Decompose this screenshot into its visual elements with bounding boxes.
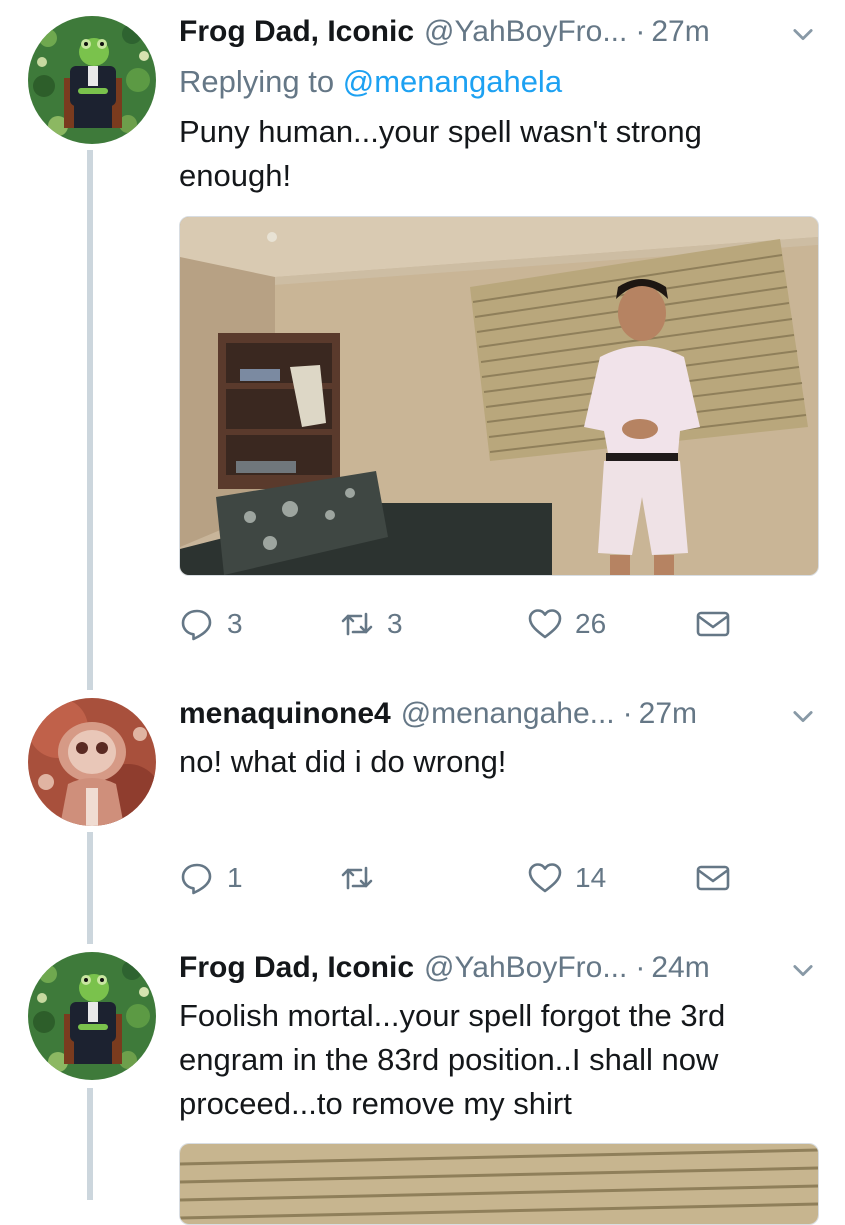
timestamp[interactable]: 27m (651, 15, 709, 49)
avatar[interactable] (28, 698, 156, 826)
chevron-down-icon[interactable] (789, 956, 817, 984)
user-handle[interactable]: @YahBoyFro... (424, 951, 627, 985)
separator-dot: · (622, 697, 633, 730)
display-name[interactable]: menaquinone4 (179, 697, 391, 731)
like-icon (528, 609, 562, 639)
reply-count: 3 (227, 608, 243, 639)
tweet-text: Puny human...your spell wasn't strong en… (179, 114, 702, 193)
like-button[interactable]: 26 (527, 602, 606, 646)
thread-line (87, 832, 93, 944)
user-handle[interactable]: @menangahe... (401, 697, 615, 731)
reply-button[interactable]: 1 (179, 856, 243, 900)
retweet-icon (341, 866, 373, 890)
direct-message-icon (696, 865, 730, 891)
like-button[interactable]: 14 (527, 856, 606, 900)
direct-message-icon (696, 611, 730, 637)
thread-line (87, 1088, 93, 1200)
thread-line (87, 150, 93, 690)
display-name[interactable]: Frog Dad, Iconic (179, 15, 414, 49)
tweet-actions: 3 3 26 (179, 602, 739, 646)
retweet-icon (341, 612, 373, 636)
display-name[interactable]: Frog Dad, Iconic (179, 951, 414, 985)
replying-to-label: Replying to (179, 64, 343, 99)
tweet-photo[interactable] (179, 1143, 819, 1225)
timestamp[interactable]: 24m (651, 951, 709, 985)
user-handle[interactable]: @YahBoyFro... (424, 15, 627, 49)
like-icon (528, 863, 562, 893)
avatar[interactable] (28, 16, 156, 144)
retweet-button[interactable] (339, 856, 387, 900)
tweet-photo[interactable] (179, 216, 819, 576)
tweet-actions: 1 14 (179, 856, 739, 900)
chevron-down-icon[interactable] (789, 20, 817, 48)
tweet-text: Foolish mortal...your spell forgot the 3… (179, 998, 726, 1121)
chevron-down-icon[interactable] (789, 702, 817, 730)
timestamp[interactable]: 27m (639, 697, 697, 731)
direct-message-button[interactable] (695, 602, 731, 646)
avatar[interactable] (28, 952, 156, 1080)
tweet-header: Frog Dad, Iconic @YahBoyFro... · 27m (179, 10, 817, 54)
separator-dot: · (635, 951, 646, 984)
like-count: 14 (575, 862, 607, 893)
reply-count: 1 (227, 862, 243, 893)
reply-icon (181, 863, 212, 895)
direct-message-button[interactable] (695, 856, 731, 900)
tweet-header: Frog Dad, Iconic @YahBoyFro... · 24m (179, 946, 817, 990)
retweet-button[interactable]: 3 (339, 602, 403, 646)
replying-to-line: Replying to @menangahela (179, 64, 562, 100)
mention-link[interactable]: @menangahela (343, 64, 562, 99)
like-count: 26 (575, 608, 607, 639)
reply-icon (181, 609, 212, 641)
tweet-text: no! what did i do wrong! (179, 744, 507, 779)
reply-button[interactable]: 3 (179, 602, 243, 646)
retweet-count: 3 (387, 608, 403, 639)
tweet-header: menaquinone4 @menangahe... · 27m (179, 692, 817, 736)
separator-dot: · (635, 15, 646, 48)
